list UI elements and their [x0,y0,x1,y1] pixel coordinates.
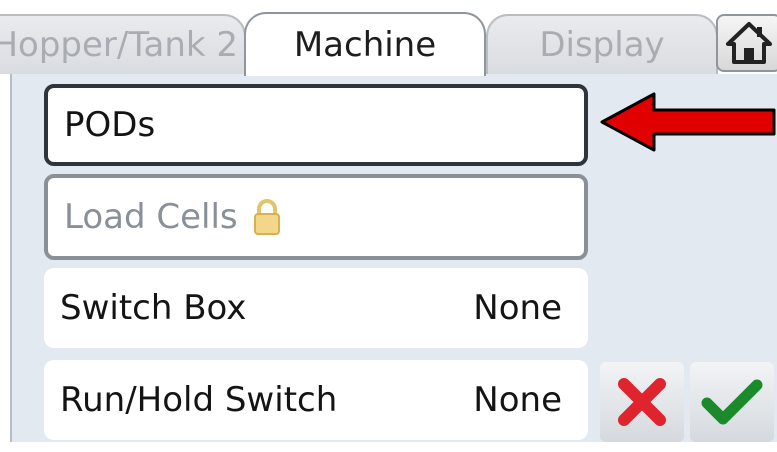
screen: Hopper/Tank 2 Display Machine PODs Load … [0,0,777,452]
lock-icon [253,199,280,235]
arrow-pointer-icon [600,92,776,152]
cancel-button[interactable] [600,362,684,442]
home-icon [726,22,772,64]
tab-label: Machine [293,25,437,65]
row-value: None [473,288,562,328]
tab-label: Hopper/Tank 2 [0,25,238,65]
tab-hopper-tank-2[interactable]: Hopper/Tank 2 [0,14,246,74]
tab-machine[interactable]: Machine [244,12,486,76]
row-label: Switch Box [60,288,247,328]
row-value: None [473,380,562,420]
list-item-run-hold-switch[interactable]: Run/Hold Switch None [44,360,588,440]
tab-display[interactable]: Display [486,14,718,74]
confirm-button[interactable] [690,362,774,442]
tab-bar: Hopper/Tank 2 Display Machine [0,0,777,76]
home-button[interactable] [716,14,777,72]
list-item-pods[interactable]: PODs [44,84,588,166]
list-item-load-cells[interactable]: Load Cells [44,174,588,260]
checkmark-icon [701,379,763,425]
row-label: Load Cells [64,197,238,237]
tab-label: Display [539,25,665,65]
row-label: Run/Hold Switch [60,380,338,420]
x-icon [618,378,666,426]
list-item-switch-box[interactable]: Switch Box None [44,268,588,348]
row-label: PODs [64,105,156,145]
